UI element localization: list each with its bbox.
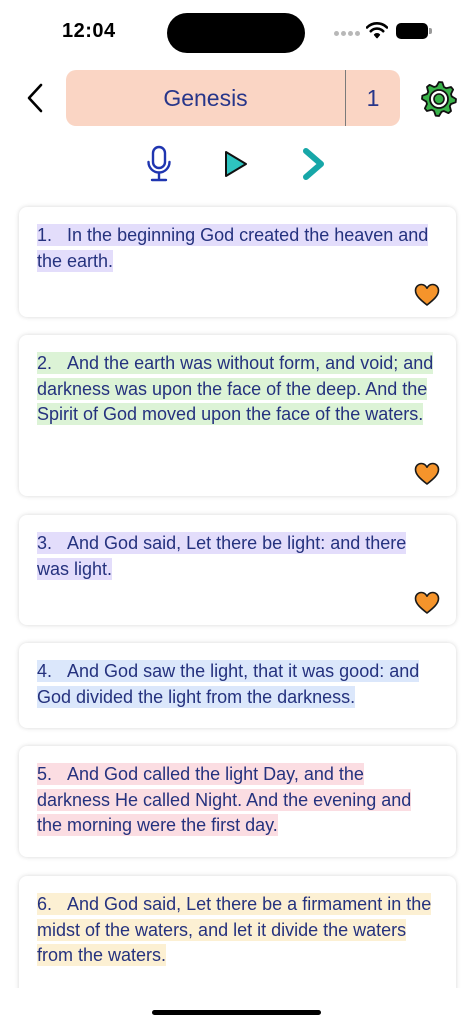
- verse-card[interactable]: 6. And God said, Let there be a firmamen…: [19, 876, 456, 988]
- verse-content: In the beginning God created the heaven …: [37, 225, 429, 271]
- verse-number: 2.: [37, 353, 53, 373]
- status-time: 12:04: [62, 20, 116, 42]
- bible-reader-screen: 12:04 Genesis 1 1. In the beginning God …: [0, 0, 472, 1024]
- verse-content: And God said, Let there be light: and th…: [37, 533, 407, 579]
- chevron-right-icon: [303, 148, 324, 180]
- verse-content: And God said, Let there be a firmament i…: [37, 894, 432, 965]
- verse-card[interactable]: 5. And God called the light Day, and the…: [19, 746, 456, 857]
- verse-card[interactable]: 2. And the earth was without form, and v…: [19, 335, 456, 496]
- verse-card[interactable]: 1. In the beginning God created the heav…: [19, 207, 456, 317]
- cellular-signal-icon: [334, 31, 360, 37]
- dynamic-island: [167, 13, 305, 53]
- verse-content: And the earth was without form, and void…: [37, 353, 434, 424]
- verse-card[interactable]: 4. And God saw the light, that it was go…: [19, 643, 456, 728]
- microphone-button[interactable]: [139, 142, 179, 186]
- verse-text: 1. In the beginning God created the heav…: [37, 223, 438, 274]
- chevron-left-icon: [27, 83, 43, 113]
- verse-text: 6. And God said, Let there be a firmamen…: [37, 892, 438, 969]
- favorite-heart-icon[interactable]: [414, 591, 440, 615]
- microphone-icon: [147, 145, 171, 182]
- back-button[interactable]: [20, 80, 50, 116]
- battery-icon: [396, 23, 432, 39]
- chapter-selector[interactable]: 1: [346, 85, 400, 112]
- verse-number: 3.: [37, 533, 53, 553]
- verse-content: And God saw the light, that it was good:…: [37, 661, 420, 707]
- settings-button[interactable]: [420, 80, 458, 118]
- verse-number: 5.: [37, 764, 53, 784]
- gear-icon: [421, 81, 457, 117]
- verse-content: And God called the light Day, and the da…: [37, 764, 412, 835]
- book-chapter-selector: Genesis 1: [66, 70, 400, 126]
- status-bar: 12:04: [0, 0, 472, 60]
- play-button[interactable]: [216, 142, 256, 186]
- wifi-icon: [366, 22, 388, 39]
- verse-number: 1.: [37, 225, 53, 245]
- verse-text: 5. And God called the light Day, and the…: [37, 762, 438, 839]
- next-chapter-button[interactable]: [294, 142, 334, 186]
- verse-number: 6.: [37, 894, 53, 914]
- verse-card[interactable]: 3. And God said, Let there be light: and…: [19, 515, 456, 625]
- verse-number: 4.: [37, 661, 53, 681]
- home-indicator[interactable]: [152, 1010, 321, 1015]
- verse-text: 4. And God saw the light, that it was go…: [37, 659, 438, 710]
- verse-text: 3. And God said, Let there be light: and…: [37, 531, 438, 582]
- verse-list[interactable]: 1. In the beginning God created the heav…: [0, 198, 472, 988]
- verse-text: 2. And the earth was without form, and v…: [37, 351, 438, 428]
- play-icon: [225, 151, 247, 177]
- favorite-heart-icon[interactable]: [414, 462, 440, 486]
- book-selector[interactable]: Genesis: [66, 85, 345, 112]
- favorite-heart-icon[interactable]: [414, 283, 440, 307]
